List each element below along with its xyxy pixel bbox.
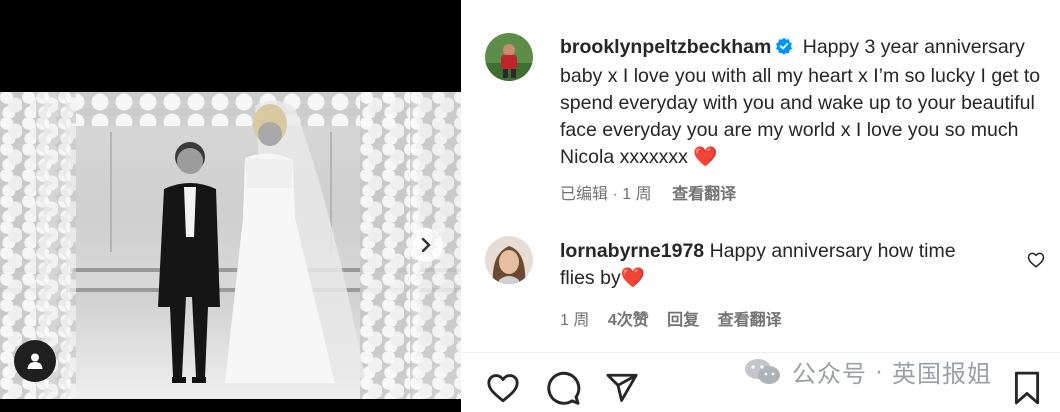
post-media (0, 0, 461, 412)
comment-item: lornabyrne1978 Happy anniversary how tim… (560, 238, 990, 292)
watermark-account: 英国报姐 (892, 361, 992, 388)
comment-time[interactable]: 1 周 (560, 312, 589, 329)
caption-meta: 已编辑 · 1 周 查看翻译 (560, 186, 737, 203)
watermark: 公众号 · 英国报姐 (744, 354, 992, 389)
comment-like-button[interactable] (1027, 251, 1045, 274)
heart-outline-icon (487, 374, 519, 403)
post-time[interactable]: 1 周 (622, 186, 651, 203)
wechat-icon (745, 358, 780, 384)
caption-translate-link[interactable]: 查看翻译 (672, 186, 736, 203)
user-tag-icon (27, 353, 43, 369)
author-avatar[interactable] (485, 33, 533, 81)
like-button[interactable] (485, 371, 521, 405)
save-button[interactable] (1012, 371, 1042, 405)
comment-translate-link[interactable]: 查看翻译 (718, 312, 782, 329)
comment-reply-button[interactable]: 回复 (667, 312, 699, 329)
commenter-username[interactable]: lornabyrne1978 (560, 240, 704, 262)
actions-divider (461, 352, 1060, 353)
post-photo (0, 92, 461, 399)
paper-plane-icon (606, 373, 638, 402)
verified-badge-icon (775, 36, 793, 63)
comment-heart-emoji: ❤️ (620, 267, 645, 289)
author-username[interactable]: brooklynpeltzbeckham (560, 36, 771, 58)
watermark-source: 公众号 (792, 361, 867, 388)
comment-likes-count[interactable]: 4次赞 (608, 312, 649, 329)
post-caption: brooklynpeltzbeckham Happy 3 year annive… (560, 34, 1050, 171)
commenter-avatar[interactable] (485, 236, 533, 284)
chevron-right-icon (421, 238, 431, 252)
next-image-button[interactable] (409, 228, 443, 262)
bride-figure (225, 100, 365, 383)
bookmark-icon (1014, 371, 1040, 405)
edited-label: 已编辑 (560, 186, 609, 203)
comment-button[interactable] (545, 371, 581, 407)
comment-meta: 1 周 4次赞 回复 查看翻译 (560, 306, 782, 330)
caption-heart-emoji: ❤️ (693, 146, 718, 168)
share-button[interactable] (605, 371, 639, 405)
watermark-separator: · (875, 357, 884, 385)
heart-outline-icon (1027, 252, 1045, 268)
comment-bubble-icon (547, 371, 581, 405)
tagged-users-button[interactable] (14, 340, 56, 382)
